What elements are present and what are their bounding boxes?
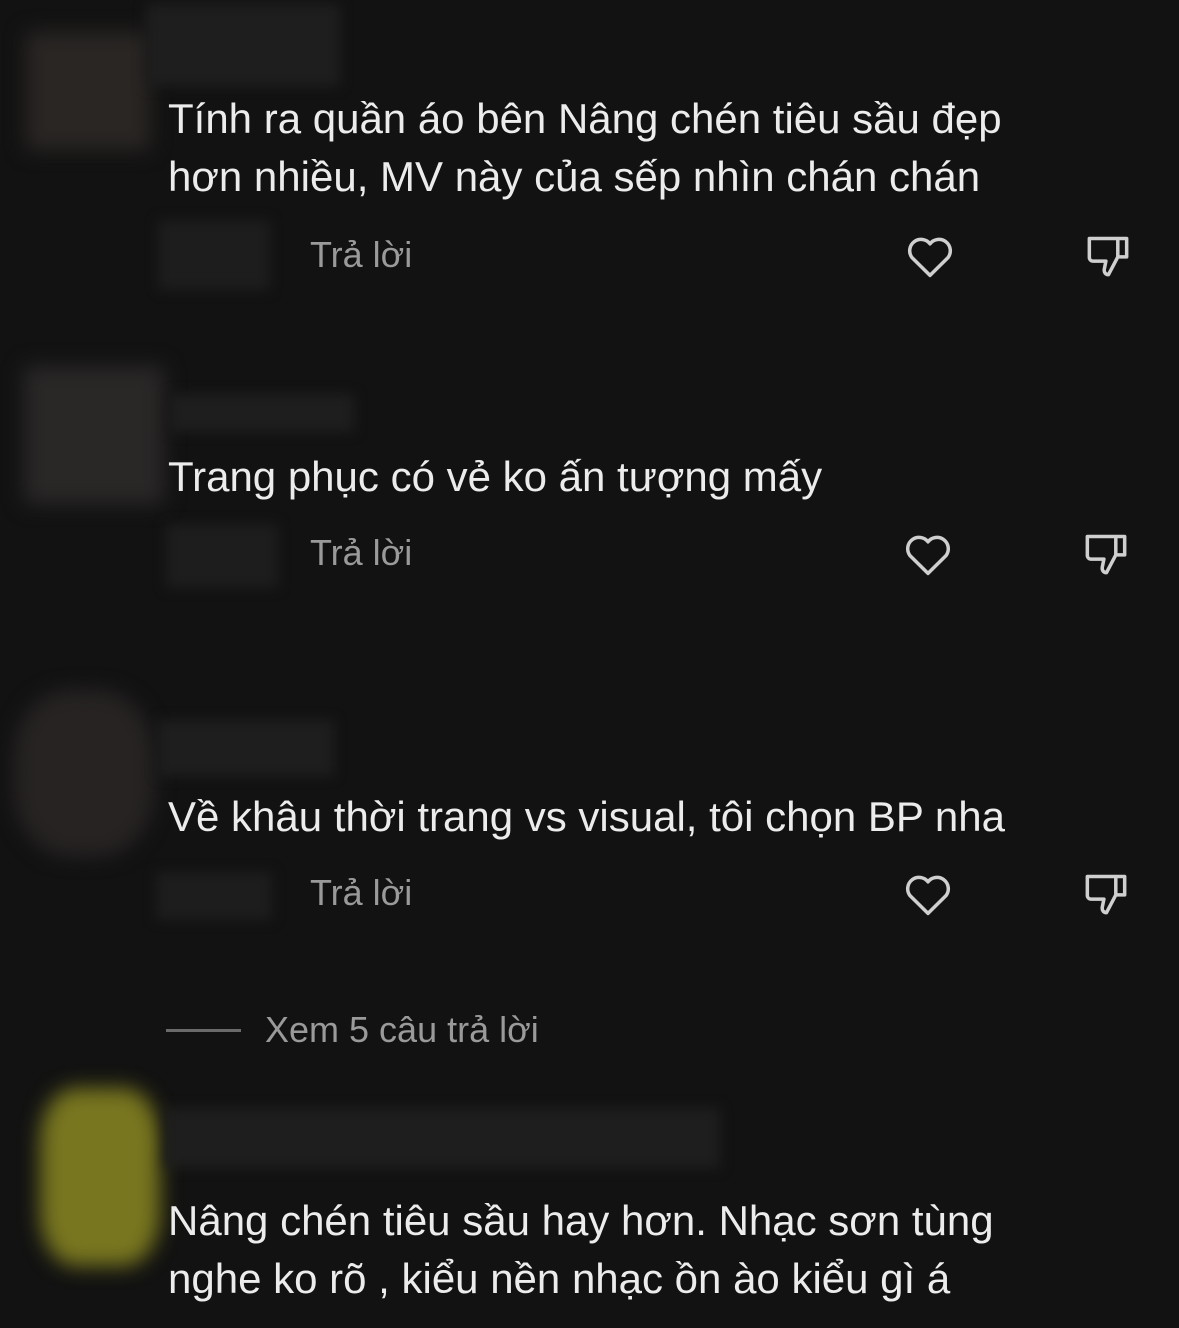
avatar[interactable] [14,690,154,856]
like-button[interactable] [902,228,958,284]
comment-text: Về khâu thời trang vs visual, tôi chọn B… [168,793,1005,840]
avatar[interactable] [26,32,150,150]
view-replies-label: Xem 5 câu trả lời [265,1009,539,1050]
avatar[interactable] [40,1088,160,1266]
reply-button[interactable]: Trả lời [310,234,412,276]
dislike-button[interactable] [1078,526,1134,582]
timestamp-redacted [156,872,272,920]
heart-outline-icon [905,535,951,576]
username-redacted[interactable] [158,720,334,776]
timestamp-redacted [166,524,278,588]
avatar[interactable] [24,366,164,504]
heart-outline-icon [907,237,953,278]
timestamp-redacted [158,220,270,290]
username-redacted[interactable] [164,1108,720,1168]
thumbs-down-outline-icon [1085,874,1127,915]
dislike-button[interactable] [1078,866,1134,922]
thumbs-down-outline-icon [1087,236,1129,277]
view-replies-button[interactable]: Xem 5 câu trả lời [166,1004,539,1056]
comment-text: Tính ra quần áo bên Nâng chén tiêu sầu đ… [168,95,1002,200]
username-redacted[interactable] [146,4,340,86]
like-button[interactable] [900,866,956,922]
username-redacted[interactable] [170,394,354,432]
comment-text: Nâng chén tiêu sầu hay hơn. Nhạc sơn tùn… [168,1197,994,1302]
dislike-button[interactable] [1080,228,1136,284]
reply-button[interactable]: Trả lời [310,872,412,914]
comment-text: Trang phục có vẻ ko ấn tượng mấy [168,453,823,500]
like-button[interactable] [900,526,956,582]
reply-button[interactable]: Trả lời [310,532,412,574]
heart-outline-icon [905,875,951,916]
divider-line [166,1028,241,1032]
thumbs-down-outline-icon [1085,534,1127,575]
